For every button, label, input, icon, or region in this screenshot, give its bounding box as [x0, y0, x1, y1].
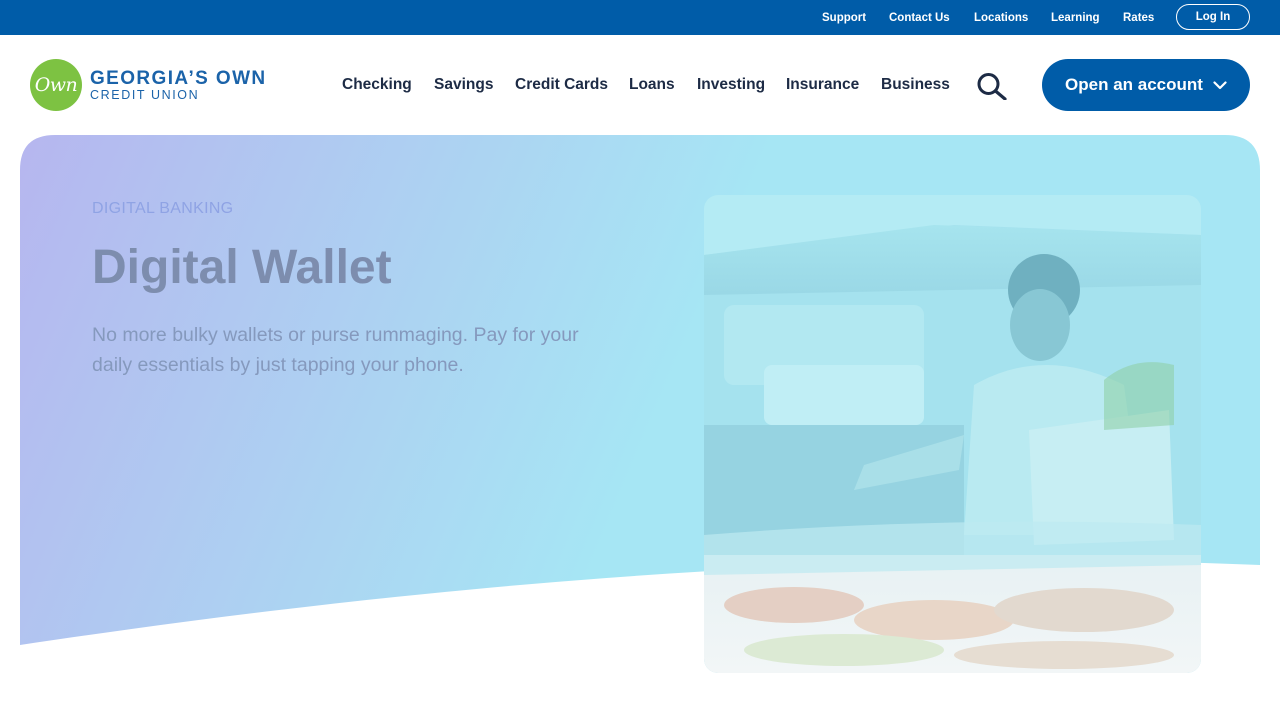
nav-item-loans[interactable]: Loans — [629, 76, 675, 94]
hero-subtitle: No more bulky wallets or purse rummaging… — [92, 324, 579, 376]
hero-photo — [704, 195, 1201, 673]
nav-item-credit-cards[interactable]: Credit Cards — [515, 76, 608, 94]
nav-item-checking[interactable]: Checking — [342, 76, 412, 94]
nav-item-savings[interactable]: Savings — [434, 76, 493, 94]
logo-subname[interactable]: CREDIT UNION — [90, 88, 199, 102]
hero-eyebrow: DIGITAL BANKING — [92, 200, 234, 217]
nav-item-business[interactable]: Business — [881, 76, 950, 94]
open-account-button[interactable]: Open an account — [1042, 59, 1250, 111]
login-button[interactable]: Log In — [1176, 4, 1250, 30]
logo-name[interactable]: GEORGIA’S OWN — [90, 68, 267, 90]
utility-link-learning[interactable]: Learning — [1051, 12, 1100, 24]
hero-photo-illustration — [704, 195, 1201, 673]
logo-mark[interactable]: Own — [30, 59, 82, 111]
utility-link-contact-us[interactable]: Contact Us — [889, 12, 950, 24]
utility-bar: Support Contact Us Locations Learning Ra… — [0, 0, 1280, 35]
chevron-down-icon — [1213, 80, 1227, 89]
utility-link-locations[interactable]: Locations — [974, 12, 1028, 24]
search-icon[interactable] — [976, 72, 1008, 100]
utility-link-rates[interactable]: Rates — [1123, 12, 1154, 24]
nav-item-investing[interactable]: Investing — [697, 76, 765, 94]
page-title: Digital Wallet — [92, 241, 392, 294]
main-header: Own GEORGIA’S OWN CREDIT UNION Checking … — [0, 35, 1280, 135]
utility-link-support[interactable]: Support — [822, 12, 866, 24]
logo-mark-text: Own — [34, 74, 78, 96]
open-account-label: Open an account — [1065, 75, 1203, 94]
nav-item-insurance[interactable]: Insurance — [786, 76, 859, 94]
